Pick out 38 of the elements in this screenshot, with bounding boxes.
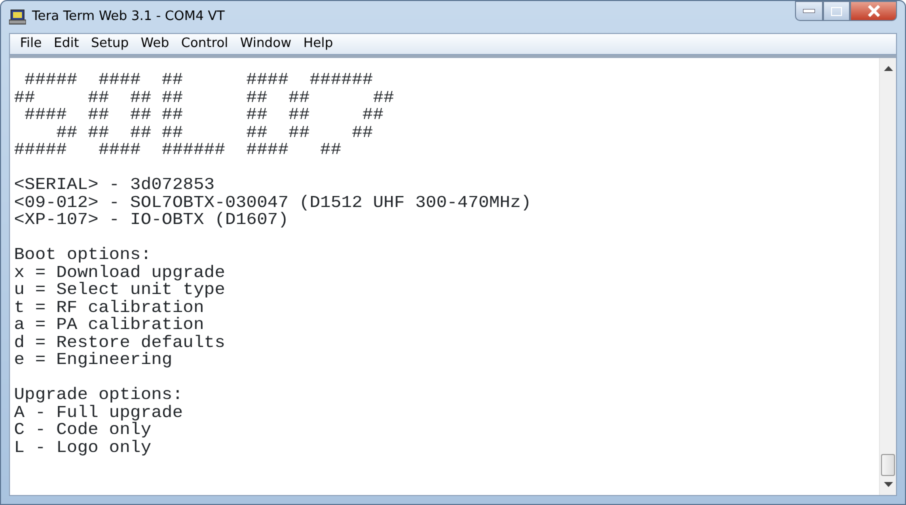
maximize-button[interactable] [823, 1, 850, 21]
menu-item[interactable]: Web [134, 34, 176, 54]
maximize-icon [831, 6, 842, 16]
terminal-line: a = PA calibration [14, 317, 204, 334]
minimize-icon [803, 9, 815, 13]
terminal-line: A - Full upgrade [14, 404, 183, 422]
scroll-down-icon[interactable] [884, 482, 892, 487]
terminal-line: ## ## ## ## ## ## ## [55, 124, 373, 142]
terminal-line: <XP-107> - IO-OBTX (D1607) [14, 212, 289, 230]
terminal-line: d = Restore defaults [14, 334, 226, 352]
terminal-line: <SERIAL> - 3d072853 [14, 177, 215, 194]
menu-item[interactable]: Setup [84, 34, 135, 54]
terminal-line: L - Logo only [14, 440, 152, 457]
terminal-line: ## ## ## ## ## ## ## [14, 90, 394, 107]
terminal-line: Upgrade options: [14, 387, 183, 404]
app-icon [9, 9, 26, 25]
terminal-line: ##### #### ###### #### ## [14, 142, 342, 160]
terminal-line: <09-012> - SOL7OBTX-030047 (D1512 UHF 300-470MHz) [14, 194, 532, 212]
menu-item[interactable]: Help [297, 34, 340, 54]
minimize-button[interactable] [795, 1, 823, 21]
scroll-thumb[interactable] [881, 454, 895, 476]
terminal-line: e = Engineering [14, 352, 172, 370]
terminal-line: ##### #### ## #### ###### [24, 72, 373, 90]
window-title: Tera Term Web 3.1 - COM4 VT [32, 8, 225, 26]
scroll-up-icon[interactable] [884, 66, 892, 71]
menu-item[interactable]: Control [175, 34, 234, 54]
close-icon [866, 5, 880, 17]
terminal-line: C - Code only [14, 422, 152, 440]
terminal-line: x = Download upgrade [14, 264, 226, 282]
terminal-line: t = RF calibration [14, 300, 204, 317]
menu-item[interactable]: Edit [48, 34, 85, 54]
terminal-line: Boot options: [14, 247, 152, 264]
close-button[interactable] [850, 1, 897, 21]
scrollbar[interactable] [879, 58, 896, 495]
terminal-line: u = Select unit type [14, 282, 226, 300]
terminal-line: #### ## ## ## ## ## ## [24, 107, 384, 124]
menu-item[interactable]: Window [234, 34, 298, 54]
menu-item[interactable]: File [14, 34, 48, 54]
